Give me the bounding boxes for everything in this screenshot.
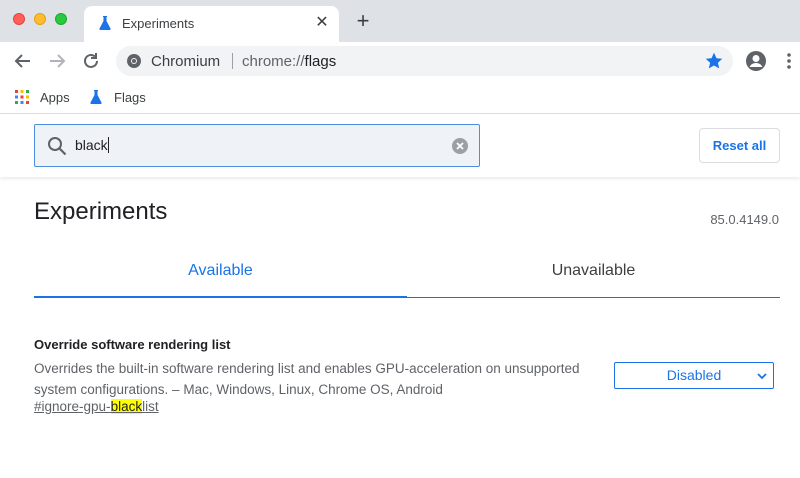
selected-option: Disabled — [666, 367, 722, 383]
profile-avatar-icon[interactable] — [745, 50, 767, 72]
search-icon — [48, 137, 67, 156]
bookmark-flags[interactable]: Flags — [88, 87, 146, 107]
tab-unavailable[interactable]: Unavailable — [407, 252, 780, 298]
browser-toolbar: Chromium chrome://flags — [0, 42, 800, 80]
tab-strip: Experiments ✕ + — [0, 0, 800, 42]
new-tab-button[interactable]: + — [352, 10, 374, 32]
tab-title: Experiments — [122, 16, 195, 31]
reload-icon[interactable] — [80, 50, 102, 72]
experiment-name: Override software rendering list — [34, 337, 231, 352]
experiment-description: Overrides the built-in software renderin… — [34, 361, 580, 397]
experiment-state-select[interactable]: Disabled — [614, 362, 774, 389]
bookmark-label: Apps — [40, 89, 70, 105]
version-label: 85.0.4149.0 — [710, 212, 779, 227]
back-arrow-icon[interactable] — [12, 50, 34, 72]
flags-header: black Reset all — [0, 115, 800, 177]
clear-search-icon[interactable] — [451, 137, 469, 155]
address-divider — [232, 53, 233, 69]
window-maximize-button[interactable] — [55, 13, 67, 25]
window-close-button[interactable] — [13, 13, 25, 25]
text-caret — [107, 137, 109, 153]
tab-available[interactable]: Available — [34, 252, 407, 298]
experiment-permalink[interactable]: #ignore-gpu-blacklist — [34, 399, 159, 414]
bookmark-label: Flags — [114, 89, 146, 105]
bookmarks-bar: Apps Flags — [0, 80, 800, 114]
tab-close-icon[interactable]: ✕ — [313, 14, 331, 32]
site-name: Chromium — [151, 53, 221, 70]
search-value: black — [75, 137, 109, 153]
address-bar[interactable]: Chromium chrome://flags — [116, 46, 733, 76]
bookmark-apps[interactable]: Apps — [14, 87, 70, 107]
window-minimize-button[interactable] — [34, 13, 46, 25]
page-title: Experiments — [34, 198, 168, 225]
menu-dots-icon[interactable] — [782, 51, 796, 71]
flask-icon — [99, 16, 111, 30]
forward-arrow-icon[interactable] — [46, 50, 68, 72]
search-input[interactable]: black — [34, 124, 480, 167]
address-url: chrome://flags — [242, 53, 337, 70]
flask-icon — [90, 90, 102, 104]
browser-tab-experiments[interactable]: Experiments ✕ — [84, 6, 339, 42]
chromium-logo-icon — [127, 54, 141, 68]
experiments-tabs: Available Unavailable — [34, 252, 780, 298]
reset-all-button[interactable]: Reset all — [699, 128, 780, 163]
apps-grid-icon — [15, 90, 29, 104]
chevron-down-icon — [757, 373, 767, 380]
search-match-highlight: black — [110, 399, 143, 414]
bookmark-star-icon[interactable] — [704, 51, 724, 71]
